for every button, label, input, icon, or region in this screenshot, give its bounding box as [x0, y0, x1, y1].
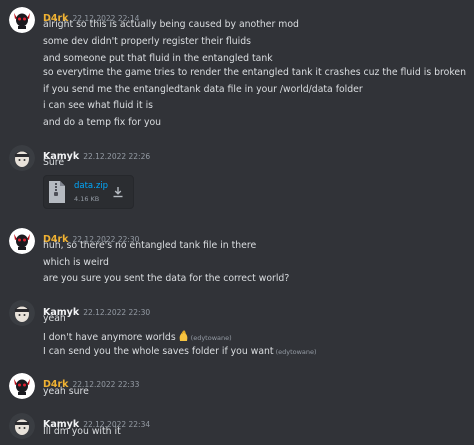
message-text: if you send me the entangledtank data fi…	[43, 84, 363, 95]
edited-label: (edytowane)	[190, 334, 232, 342]
message-text: are you sure you sent the data for the c…	[43, 273, 290, 284]
skull-horns-avatar-icon[interactable]	[9, 228, 35, 254]
message-text: alright so this is actually being caused…	[43, 19, 299, 30]
message-text: yeah	[43, 313, 66, 324]
character-avatar-icon[interactable]	[9, 413, 35, 439]
message-text: I can send you the whole saves folder if…	[43, 346, 274, 357]
message-text: and do a temp fix for you	[43, 117, 162, 128]
message-text: huh, so there's no entangled tank file i…	[43, 240, 257, 251]
message-text: and someone put that fluid in the entang…	[43, 53, 273, 64]
character-avatar-icon[interactable]	[9, 300, 35, 326]
attachment-file-size: 4.16 KB	[74, 195, 100, 203]
chat-message-list: D4rk 22.12.2022 22:14 alright so this is …	[0, 0, 474, 445]
zip-file-icon	[49, 181, 65, 203]
timestamp: 22.12.2022 22:26	[83, 152, 151, 161]
message-text: some dev didn't properly register their …	[43, 36, 251, 47]
message-text: i can see what fluid it is	[43, 100, 154, 111]
file-attachment[interactable]: data.zip 4.16 KB	[43, 175, 134, 209]
message-text: which is weird	[43, 257, 109, 268]
pinched-fingers-emoji-icon[interactable]	[178, 330, 189, 342]
skull-horns-avatar-icon[interactable]	[9, 373, 35, 399]
skull-horns-avatar-icon[interactable]	[9, 7, 35, 33]
message-text: so everytime the game tries to render th…	[43, 67, 466, 78]
attachment-file-name[interactable]: data.zip	[74, 181, 108, 191]
message-text-with-emoji: I don't have anymore worlds (edytowane)	[43, 330, 232, 344]
message-text: I don't have anymore worlds	[43, 332, 176, 343]
message-text: Sure	[43, 157, 65, 168]
edited-label: (edytowane)	[275, 348, 317, 356]
message-text: Ill dm you with it	[43, 426, 121, 437]
character-avatar-icon[interactable]	[9, 145, 35, 171]
download-icon[interactable]	[112, 186, 124, 198]
message-text: yeah sure	[43, 386, 89, 397]
message-text-with-edited: I can send you the whole saves folder if…	[43, 346, 317, 358]
timestamp: 22.12.2022 22:30	[83, 308, 151, 317]
